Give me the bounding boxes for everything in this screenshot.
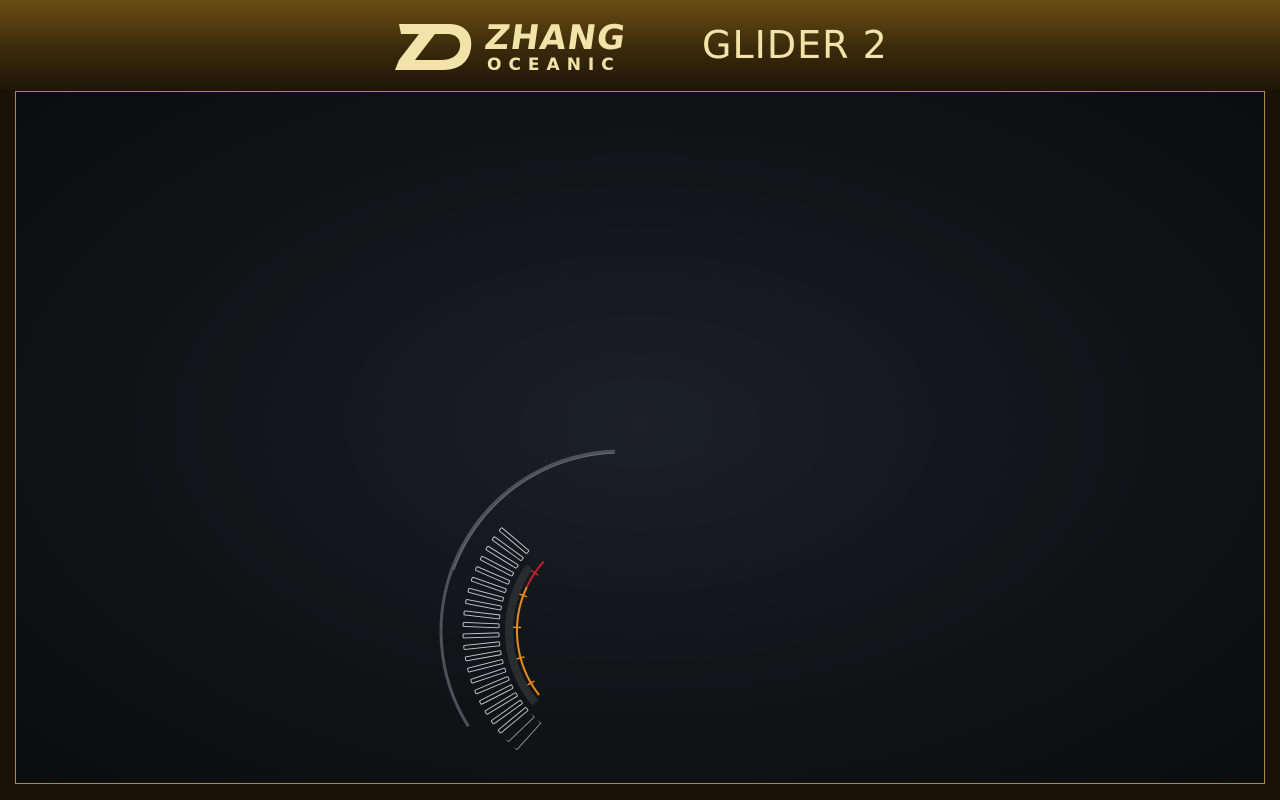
dial-scale-segment xyxy=(513,720,541,750)
dial-outer-arc-highlight xyxy=(453,452,615,571)
dial-scale-segment xyxy=(474,676,510,695)
dial-scale-segment xyxy=(465,599,502,611)
dial-scale-segment xyxy=(490,699,523,725)
product-title: GLIDER 2 xyxy=(702,23,888,67)
dial-red-arc xyxy=(525,560,545,588)
dial-scale-segment xyxy=(463,641,501,650)
gauge-dial-group xyxy=(439,449,615,750)
dial-scale-segment xyxy=(497,707,529,734)
dial-tick-mark xyxy=(516,656,525,660)
brand-subname: OCEANIC xyxy=(487,54,621,75)
brand-name: ZHANG xyxy=(482,17,629,58)
dial-scale-segment xyxy=(462,632,500,639)
dial-scale-segment xyxy=(475,566,510,585)
app-header: ZHANG OCEANIC GLIDER 2 xyxy=(0,0,1280,90)
brand-logo: ZHANG OCEANIC xyxy=(395,17,629,75)
instrument-viewport xyxy=(15,91,1265,784)
dial-gauge xyxy=(439,449,615,750)
dial-scale-segment xyxy=(462,621,500,629)
dial-scale-segment xyxy=(498,527,530,554)
dial-scale-segment xyxy=(463,610,501,620)
dial-scale-segment xyxy=(491,536,524,561)
dial-scale-segment xyxy=(505,713,535,742)
dial-scale-segment xyxy=(464,650,502,662)
zd-monogram-logo-icon xyxy=(395,24,472,70)
